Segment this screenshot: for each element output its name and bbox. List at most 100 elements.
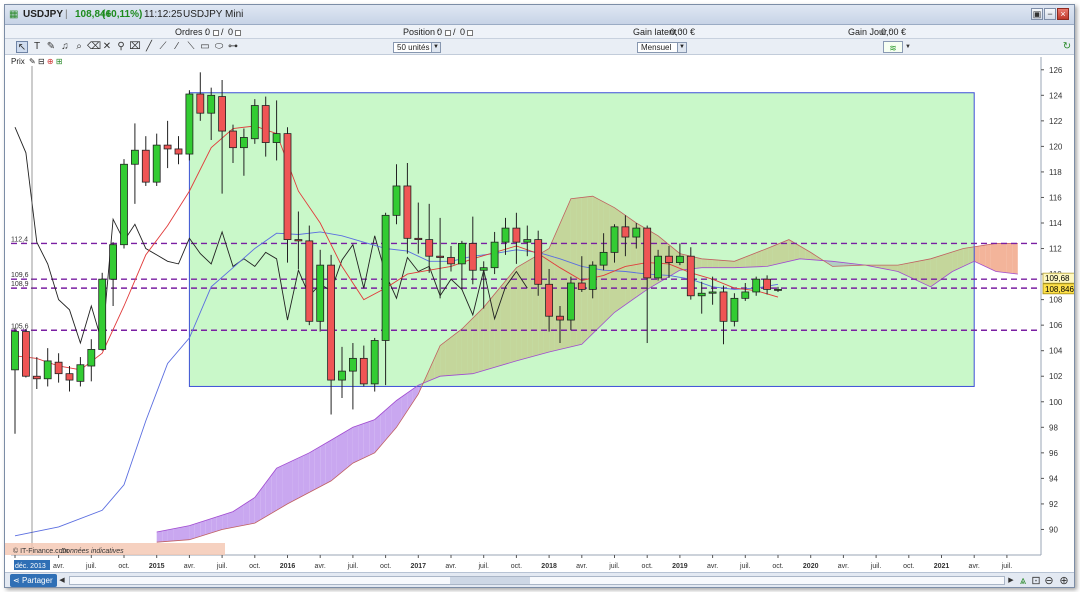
- time-axis-label: oct.: [642, 563, 653, 570]
- candle-bullish: [316, 264, 325, 322]
- ray-tool-icon[interactable]: ⟋: [157, 41, 169, 53]
- scroll-left-icon[interactable]: ◀: [56, 575, 68, 587]
- time-axis-label: juil.: [216, 563, 228, 570]
- price-axis-label: 90: [1049, 525, 1058, 534]
- line-tool-icon[interactable]: ╱: [143, 41, 155, 53]
- candle-bullish: [131, 149, 139, 165]
- price-axis-label: 126: [1049, 66, 1063, 75]
- zoom-in-icon[interactable]: ⊕: [1058, 575, 1070, 587]
- level-label: 109,6: [11, 272, 29, 279]
- share-button[interactable]: ⋖ Partager: [10, 574, 57, 587]
- candle-bullish: [501, 227, 510, 243]
- zoom-out-icon[interactable]: ⊖: [1043, 575, 1055, 587]
- price-axis-label: 114: [1049, 219, 1062, 228]
- price-chart[interactable]: 9092949698100102104106108110112114116118…: [5, 55, 1075, 573]
- candle-bearish: [468, 243, 477, 271]
- channel-tool-icon[interactable]: ∕: [171, 41, 183, 53]
- candle-bearish: [414, 237, 423, 240]
- kumo-cloud-segment: [979, 245, 986, 267]
- price-axis-label: 96: [1049, 449, 1058, 458]
- indicator-dropdown-icon[interactable]: ▼: [904, 41, 912, 53]
- price-axis-label: 100: [1049, 398, 1063, 407]
- app-icon: ▦: [9, 9, 19, 20]
- orders-toggle-icon[interactable]: [212, 27, 220, 37]
- share-icon: ⋖: [13, 576, 20, 585]
- refresh-icon[interactable]: ↻: [1061, 41, 1073, 53]
- trend-line-tool-icon[interactable]: ⟍: [185, 41, 197, 53]
- zoom-fit-icon[interactable]: ⊡: [1030, 575, 1042, 587]
- magnifier-tool-icon[interactable]: ⌕: [73, 41, 85, 53]
- candle-bearish: [425, 239, 434, 257]
- candle-bullish: [730, 297, 739, 322]
- cloud-price-tag-text: 109,68: [1045, 274, 1070, 283]
- rectangle-tool-icon[interactable]: ▭: [199, 41, 211, 53]
- kumo-cloud-segment: [347, 427, 353, 468]
- chevron-down-icon: ▼: [677, 43, 686, 52]
- candle-bearish: [141, 149, 150, 183]
- candle-bullish: [610, 226, 619, 253]
- candle-bearish: [327, 264, 336, 381]
- orders-value: 0: [205, 27, 211, 37]
- time-axis-label: oct.: [249, 563, 260, 570]
- plus-icon[interactable]: ⊞: [56, 57, 63, 66]
- zoom-tool-icon[interactable]: ⚲: [115, 41, 127, 53]
- chart-type-icon[interactable]: ⩓: [1017, 575, 1029, 587]
- level-label: 108,9: [11, 281, 29, 288]
- drawn-rectangle: [188, 92, 975, 387]
- units-select[interactable]: 50 unités ▼: [393, 42, 441, 53]
- scale-icon[interactable]: ⊟: [38, 57, 45, 66]
- candle-bullish: [567, 282, 575, 321]
- arrow-tool-icon[interactable]: ⊶: [227, 41, 239, 53]
- candle-bullish: [207, 94, 216, 114]
- info-icon[interactable]: |: [65, 9, 68, 20]
- candle-bullish: [370, 340, 379, 385]
- time-axis-label: oct.: [118, 563, 129, 570]
- price-toolbar: Prix ✎ ⊟ ⊕ ⊞: [11, 57, 63, 66]
- price-axis-label: 122: [1049, 117, 1063, 126]
- scale-pencil-icon[interactable]: ✎: [29, 57, 36, 66]
- candle-bullish: [523, 239, 532, 243]
- indicator-icon[interactable]: ≋: [883, 41, 903, 53]
- pencil-tool-icon[interactable]: ✎: [45, 41, 57, 53]
- candle-bearish: [174, 148, 183, 155]
- time-axis-label: avr.: [184, 563, 195, 570]
- latent-gain-value: 0,00 €: [670, 27, 696, 37]
- cursor-tool-icon[interactable]: ↖: [16, 41, 28, 53]
- position-toggle-icon-2[interactable]: [466, 27, 474, 37]
- add-indicator-icon[interactable]: ⊕: [47, 57, 54, 66]
- fibonacci-tool-icon[interactable]: ✕: [101, 41, 113, 53]
- current-price-tag-text: 108,846: [1045, 285, 1074, 294]
- price-axis-label: 118: [1049, 168, 1062, 177]
- time-axis-label: 2016: [280, 563, 296, 570]
- horizontal-scrollbar[interactable]: [69, 576, 1005, 585]
- candle-bearish: [359, 357, 368, 385]
- kumo-cloud-segment: [276, 465, 283, 511]
- window-minimize-icon[interactable]: −: [1044, 8, 1056, 20]
- price-axis-label: 112: [1049, 245, 1062, 254]
- chart-area[interactable]: 9092949698100102104106108110112114116118…: [5, 55, 1074, 573]
- position-toggle-icon[interactable]: [444, 27, 452, 37]
- time-axis-label: juil.: [870, 563, 882, 570]
- period-select[interactable]: Mensuel ▼: [637, 42, 687, 53]
- time-axis-label: juil.: [1001, 563, 1013, 570]
- time-axis-label: 2021: [934, 563, 950, 570]
- kumo-cloud-segment: [200, 520, 206, 537]
- candle-bearish: [556, 315, 564, 321]
- delete-tool-icon[interactable]: ⌧: [129, 41, 141, 53]
- candle-bearish: [21, 331, 30, 377]
- ellipse-tool-icon[interactable]: ⬭: [213, 41, 225, 53]
- eraser-tool-icon[interactable]: ⌫: [87, 41, 101, 53]
- orders-toggle-icon-2[interactable]: [234, 27, 242, 37]
- window-settings-icon[interactable]: ▣: [1031, 8, 1043, 20]
- alert-bell-icon[interactable]: ♫: [59, 41, 71, 53]
- candle-bullish: [774, 288, 782, 291]
- scroll-right-icon[interactable]: ▶: [1005, 575, 1017, 587]
- kumo-cloud-segment: [216, 515, 223, 532]
- window-close-icon[interactable]: ×: [1057, 8, 1069, 20]
- text-tool-icon[interactable]: T: [31, 41, 43, 53]
- candle-bullish: [272, 133, 281, 143]
- scrollbar-thumb[interactable]: [450, 577, 530, 584]
- kumo-cloud-segment: [292, 458, 299, 502]
- kumo-cloud-segment: [282, 463, 288, 508]
- time-axis-label: 2015: [149, 563, 165, 570]
